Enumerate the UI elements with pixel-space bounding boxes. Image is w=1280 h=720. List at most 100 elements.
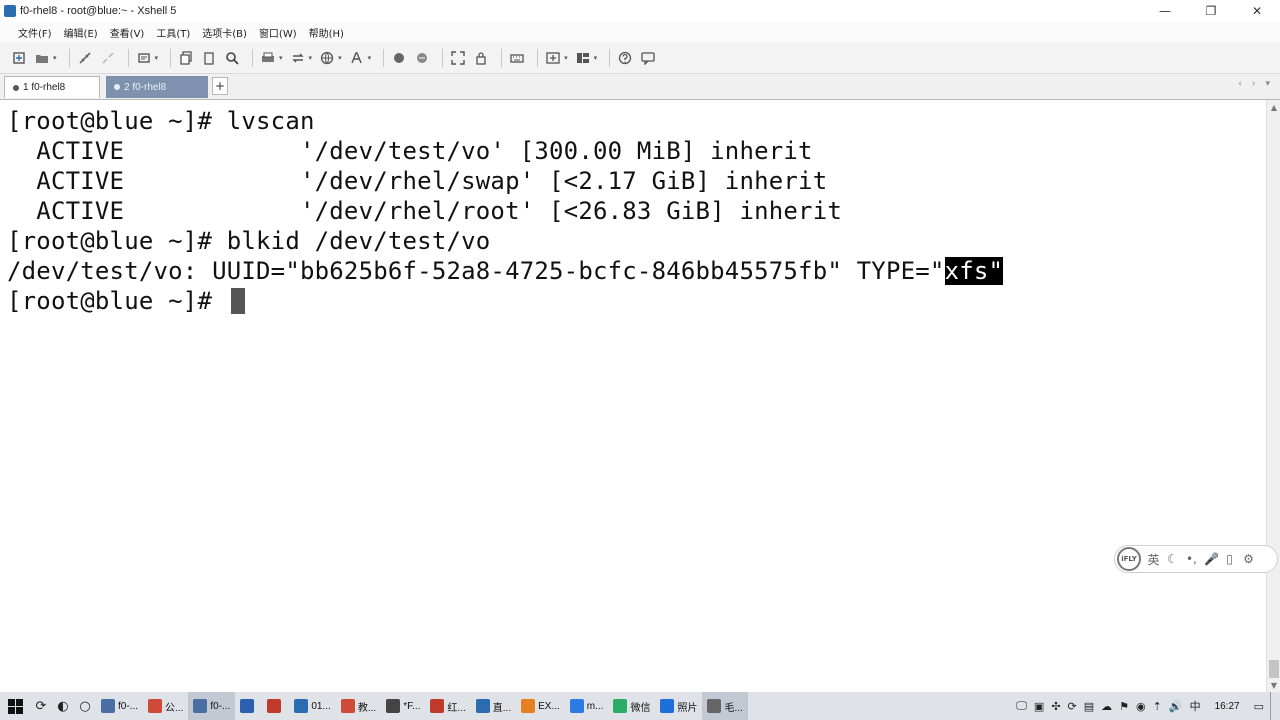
task-view-icon[interactable]: ⟳ xyxy=(30,692,52,720)
tray-icon[interactable]: ⇡ xyxy=(1153,700,1162,713)
xmanager-icon[interactable] xyxy=(413,49,431,67)
properties-dropdown-icon[interactable]: ▾ xyxy=(155,54,159,62)
new-session-icon[interactable] xyxy=(10,49,28,67)
terminal-output[interactable]: [root@blue ~]# lvscan ACTIVE '/dev/test/… xyxy=(0,100,1266,692)
ime-settings-icon[interactable]: ⚙ xyxy=(1242,552,1255,566)
help-icon[interactable] xyxy=(616,49,634,67)
tray-icon[interactable]: 中 xyxy=(1190,698,1201,714)
tray-icon[interactable]: ⟳ xyxy=(1068,700,1077,713)
taskbar-app[interactable]: f0-... xyxy=(188,692,236,720)
taskbar-app[interactable]: *F... xyxy=(381,692,425,720)
taskbar-app-icon xyxy=(240,699,255,713)
tray-icon[interactable]: ☁ xyxy=(1101,700,1112,713)
ime-punctuation-icon[interactable]: •, xyxy=(1185,552,1198,566)
notification-icon[interactable]: ▭ xyxy=(1254,700,1264,713)
add-icon[interactable] xyxy=(544,49,562,67)
taskbar-app-icon xyxy=(475,699,490,713)
start-button[interactable] xyxy=(0,692,30,720)
search-icon[interactable]: ○ xyxy=(74,692,96,720)
taskbar-app[interactable] xyxy=(262,692,289,720)
tray-icon[interactable]: ✣ xyxy=(1051,700,1060,713)
layout-dropdown-icon[interactable]: ▾ xyxy=(594,54,598,62)
tray-icon[interactable]: ◉ xyxy=(1136,700,1146,713)
window-title: f0-rhel8 - root@blue:~ - Xshell 5 xyxy=(20,5,177,17)
taskbar-app[interactable]: 微信 xyxy=(608,692,655,720)
ime-keyboard-icon[interactable]: ▯ xyxy=(1223,552,1236,566)
find-icon[interactable] xyxy=(223,49,241,67)
tray-icon[interactable]: ▣ xyxy=(1034,700,1044,713)
tab-list-icon[interactable]: ▾ xyxy=(1265,79,1270,89)
ime-logo[interactable]: iFLY xyxy=(1117,547,1141,571)
edge-icon[interactable]: ◐ xyxy=(52,692,74,720)
tab-next-icon[interactable]: › xyxy=(1252,79,1256,89)
add-dropdown-icon[interactable]: ▾ xyxy=(564,54,568,62)
ime-language-toggle[interactable]: 英 xyxy=(1147,551,1160,568)
taskbar-app[interactable]: 红... xyxy=(425,692,470,720)
paste-icon[interactable] xyxy=(200,49,218,67)
xftp-icon[interactable] xyxy=(390,49,408,67)
ime-microphone-icon[interactable]: 🎤 xyxy=(1204,552,1219,566)
keyboard-icon[interactable] xyxy=(508,49,526,67)
tray-icon[interactable]: 🔊 xyxy=(1169,700,1183,713)
transfer-icon[interactable] xyxy=(289,49,307,67)
tab-session-2[interactable]: 2 f0-rhel8 xyxy=(106,76,208,98)
scroll-up-icon[interactable]: ▲ xyxy=(1267,100,1280,114)
globe-icon[interactable] xyxy=(318,49,336,67)
taskbar-app[interactable]: 01... xyxy=(289,692,335,720)
terminal-scrollbar[interactable]: ▲ ▼ xyxy=(1266,100,1280,692)
tab-prev-icon[interactable]: ‹ xyxy=(1238,79,1242,89)
font-icon[interactable] xyxy=(348,49,366,67)
tray-icon[interactable]: ▤ xyxy=(1084,700,1094,713)
menu-window[interactable]: 窗口(W) xyxy=(253,25,303,40)
taskbar-app[interactable] xyxy=(235,692,262,720)
taskbar-app-label: 教... xyxy=(357,702,377,714)
taskbar-app[interactable]: 毛... xyxy=(702,692,748,720)
toolbar-separator xyxy=(170,48,172,67)
scroll-thumb[interactable] xyxy=(1269,660,1279,678)
new-tab-button[interactable]: + xyxy=(212,77,228,95)
menu-tabs[interactable]: 选项卡(B) xyxy=(196,25,253,40)
tray-icon[interactable]: ⚑ xyxy=(1119,700,1129,713)
scroll-down-icon[interactable]: ▼ xyxy=(1267,678,1280,692)
taskbar-app[interactable]: f0-... xyxy=(96,692,143,720)
chat-icon[interactable] xyxy=(639,49,657,67)
layout-icon[interactable] xyxy=(574,49,592,67)
menu-tools[interactable]: 工具(T) xyxy=(150,25,196,40)
properties-icon[interactable] xyxy=(135,49,153,67)
print-dropdown-icon[interactable]: ▾ xyxy=(279,54,283,62)
toolbar-separator xyxy=(442,48,444,67)
session-status-icon xyxy=(13,84,19,91)
open-dropdown-icon[interactable]: ▾ xyxy=(53,54,57,62)
tab-session-1[interactable]: 1 f0-rhel8 xyxy=(4,76,100,98)
ime-moon-icon[interactable]: ☾ xyxy=(1166,552,1179,566)
fullscreen-icon[interactable] xyxy=(449,49,467,67)
globe-dropdown-icon[interactable]: ▾ xyxy=(338,54,342,62)
taskbar-app[interactable]: 教... xyxy=(336,692,381,720)
connect-icon[interactable] xyxy=(76,49,94,67)
menu-help[interactable]: 帮助(H) xyxy=(303,25,350,40)
copy-icon[interactable] xyxy=(177,49,195,67)
font-dropdown-icon[interactable]: ▾ xyxy=(368,54,372,62)
taskbar-app-label: 直... xyxy=(492,702,512,714)
menu-view[interactable]: 查看(V) xyxy=(104,25,151,40)
taskbar-app[interactable]: 公... xyxy=(143,692,188,720)
xshell-app-icon xyxy=(4,5,16,17)
close-button[interactable]: ✕ xyxy=(1234,0,1280,22)
clock[interactable]: 16:27 xyxy=(1215,701,1240,712)
restore-button[interactable]: ❐ xyxy=(1188,0,1234,22)
print-icon[interactable] xyxy=(259,49,277,67)
taskbar-app[interactable]: m... xyxy=(565,692,609,720)
taskbar-app[interactable]: 直... xyxy=(471,692,516,720)
taskbar-app[interactable]: EX... xyxy=(516,692,565,720)
transfer-dropdown-icon[interactable]: ▾ xyxy=(309,54,313,62)
menu-edit[interactable]: 编辑(E) xyxy=(58,25,104,40)
menu-file[interactable]: 文件(F) xyxy=(12,25,58,40)
show-desktop-button[interactable] xyxy=(1270,692,1274,720)
tray-icon[interactable]: 🖵 xyxy=(1016,699,1027,713)
terminal-line: [root@blue ~]# blkid /dev/test/vo xyxy=(7,226,1266,256)
lock-icon[interactable] xyxy=(472,49,490,67)
taskbar-app[interactable]: 照片 xyxy=(655,692,702,720)
open-folder-icon[interactable] xyxy=(33,49,51,67)
disconnect-icon[interactable] xyxy=(99,49,117,67)
minimize-button[interactable]: — xyxy=(1142,0,1188,22)
